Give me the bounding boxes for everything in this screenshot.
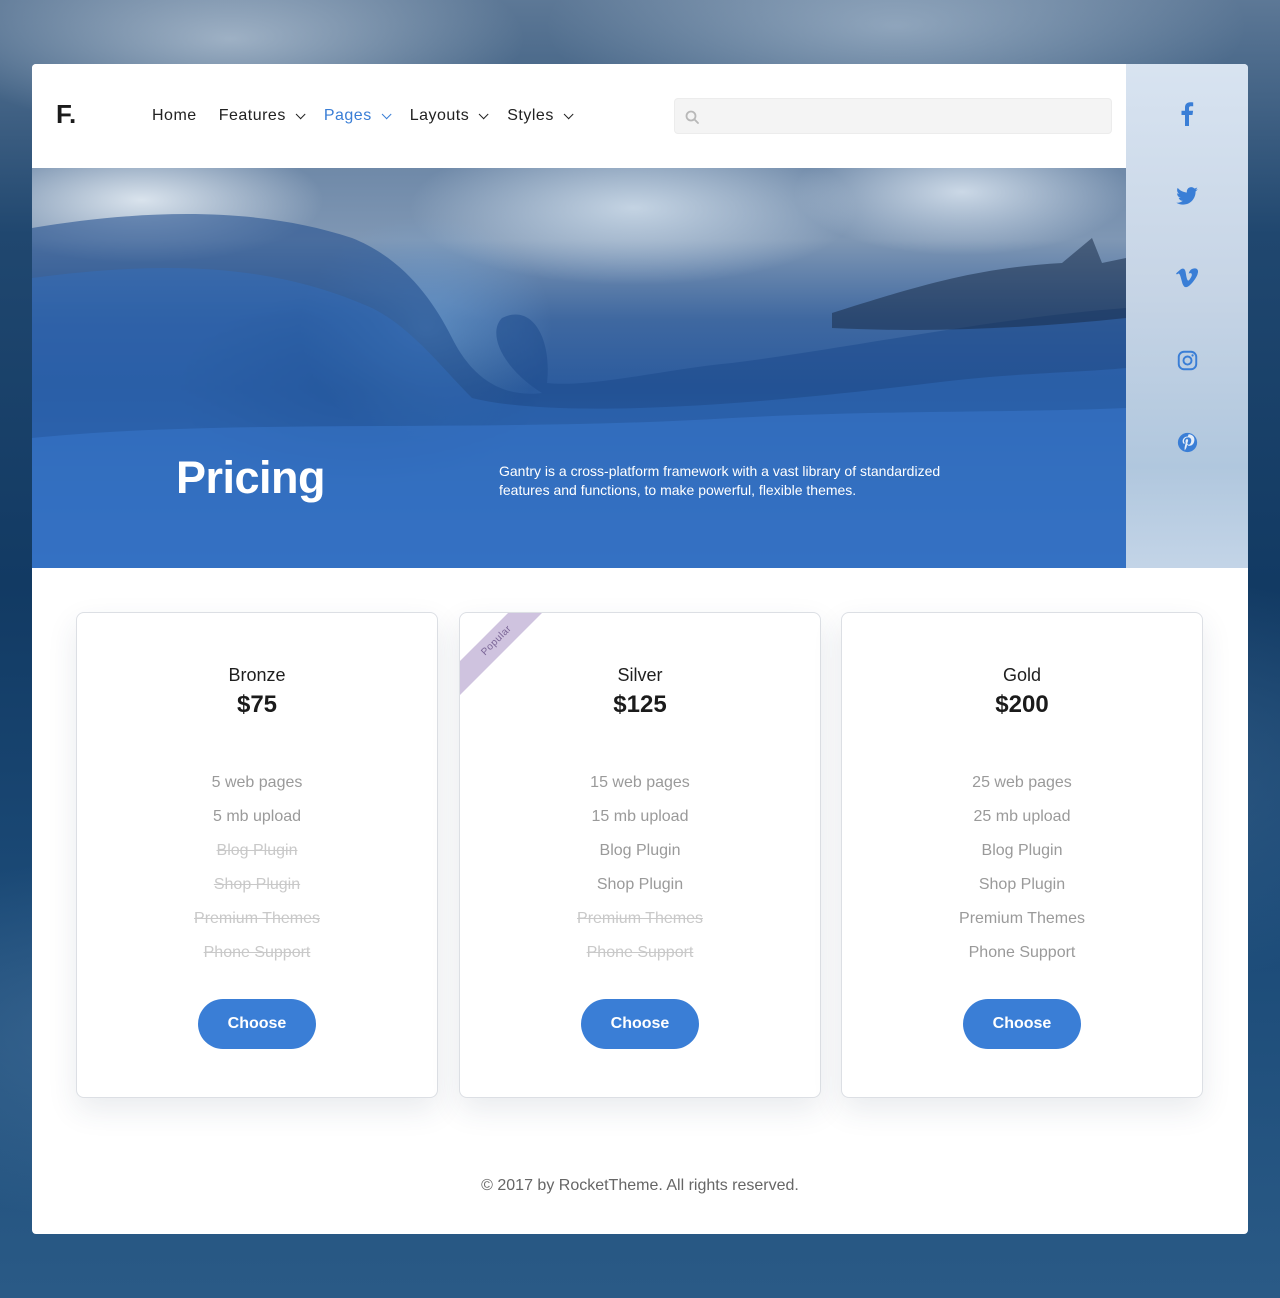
feature-item: Shop Plugin bbox=[596, 876, 684, 893]
chevron-down-icon bbox=[381, 108, 392, 119]
plan-price: $75 bbox=[236, 691, 278, 718]
page-title: Pricing bbox=[176, 452, 326, 503]
search-box bbox=[674, 98, 1112, 135]
feature-item: Blog Plugin bbox=[599, 842, 681, 859]
feature-item: Blog Plugin bbox=[981, 842, 1063, 859]
search-input[interactable] bbox=[707, 99, 1107, 135]
feature-list: 15 web pages 15 mb upload Blog Plugin Sh… bbox=[460, 771, 820, 975]
choose-button[interactable]: Choose bbox=[581, 999, 699, 1049]
instagram-icon[interactable] bbox=[1175, 348, 1199, 372]
nav-item-label: Pages bbox=[323, 107, 372, 124]
choose-button[interactable]: Choose bbox=[198, 999, 316, 1049]
feature-item: 25 mb upload bbox=[973, 808, 1071, 825]
chevron-down-icon bbox=[295, 108, 306, 119]
feature-item-excluded: Premium Themes bbox=[194, 910, 320, 927]
plan-price: $200 bbox=[995, 691, 1049, 718]
popular-badge: Popular bbox=[460, 613, 559, 703]
pricing-card-bronze: Bronze $75 5 web pages 5 mb upload Blog … bbox=[76, 612, 438, 1098]
social-sidebar bbox=[1126, 64, 1248, 568]
pricing-card-silver: Popular Silver $125 15 web pages 15 mb u… bbox=[459, 612, 821, 1098]
hero-banner: Pricing Gantry is a cross-platform frame… bbox=[32, 168, 1126, 568]
plan-price: $125 bbox=[613, 691, 667, 718]
feature-item: 5 web pages bbox=[211, 774, 303, 791]
feature-item-excluded: Blog Plugin bbox=[216, 842, 298, 859]
nav-item-label: Home bbox=[152, 107, 197, 124]
nav-item-label: Styles bbox=[507, 107, 554, 124]
facebook-icon[interactable] bbox=[1175, 102, 1199, 126]
hero-description: Gantry is a cross-platform framework wit… bbox=[499, 463, 941, 498]
twitter-icon[interactable] bbox=[1175, 184, 1199, 208]
feature-item: Phone Support bbox=[968, 944, 1076, 961]
nav-item-layouts[interactable]: Layouts bbox=[409, 104, 489, 128]
feature-item-excluded: Premium Themes bbox=[577, 910, 703, 927]
plan-name: Silver bbox=[617, 665, 663, 685]
plan-name: Gold bbox=[1002, 665, 1042, 685]
pinterest-icon[interactable] bbox=[1175, 430, 1199, 454]
main-nav: Home Features Pages Layouts Styles bbox=[152, 104, 592, 128]
vimeo-icon[interactable] bbox=[1175, 266, 1199, 290]
nav-item-pages[interactable]: Pages bbox=[323, 104, 392, 128]
chevron-down-icon bbox=[478, 108, 489, 119]
nav-item-label: Layouts bbox=[409, 107, 470, 124]
pricing-card-gold: Gold $200 25 web pages 25 mb upload Blog… bbox=[841, 612, 1203, 1098]
hero-wave-illustration bbox=[32, 214, 1126, 568]
feature-item-excluded: Phone Support bbox=[586, 944, 694, 961]
plan-name: Bronze bbox=[228, 665, 286, 685]
page-frame: F. Home Features Pages Layouts Styles Pr… bbox=[32, 64, 1248, 1234]
chevron-down-icon bbox=[563, 108, 574, 119]
feature-list: 25 web pages 25 mb upload Blog Plugin Sh… bbox=[842, 771, 1202, 975]
feature-list: 5 web pages 5 mb upload Blog Plugin Shop… bbox=[77, 771, 437, 975]
nav-item-home[interactable]: Home bbox=[152, 104, 197, 128]
header: F. Home Features Pages Layouts Styles bbox=[32, 64, 1126, 168]
nav-item-label: Features bbox=[218, 107, 286, 124]
feature-item: Shop Plugin bbox=[978, 876, 1066, 893]
nav-item-styles[interactable]: Styles bbox=[507, 104, 574, 128]
search-icon bbox=[685, 110, 699, 124]
nav-item-features[interactable]: Features bbox=[218, 104, 306, 128]
feature-item-excluded: Shop Plugin bbox=[213, 876, 301, 893]
logo[interactable]: F. bbox=[56, 100, 84, 128]
feature-item: Premium Themes bbox=[959, 910, 1085, 927]
pricing-cards: Bronze $75 5 web pages 5 mb upload Blog … bbox=[76, 612, 1204, 1098]
feature-item: 15 web pages bbox=[590, 774, 690, 791]
footer-copyright: © 2017 by RocketTheme. All rights reserv… bbox=[481, 1177, 799, 1194]
feature-item: 25 web pages bbox=[972, 774, 1072, 791]
feature-item: 15 mb upload bbox=[591, 808, 689, 825]
choose-button[interactable]: Choose bbox=[963, 999, 1081, 1049]
feature-item-excluded: Phone Support bbox=[203, 944, 311, 961]
feature-item: 5 mb upload bbox=[212, 808, 302, 825]
